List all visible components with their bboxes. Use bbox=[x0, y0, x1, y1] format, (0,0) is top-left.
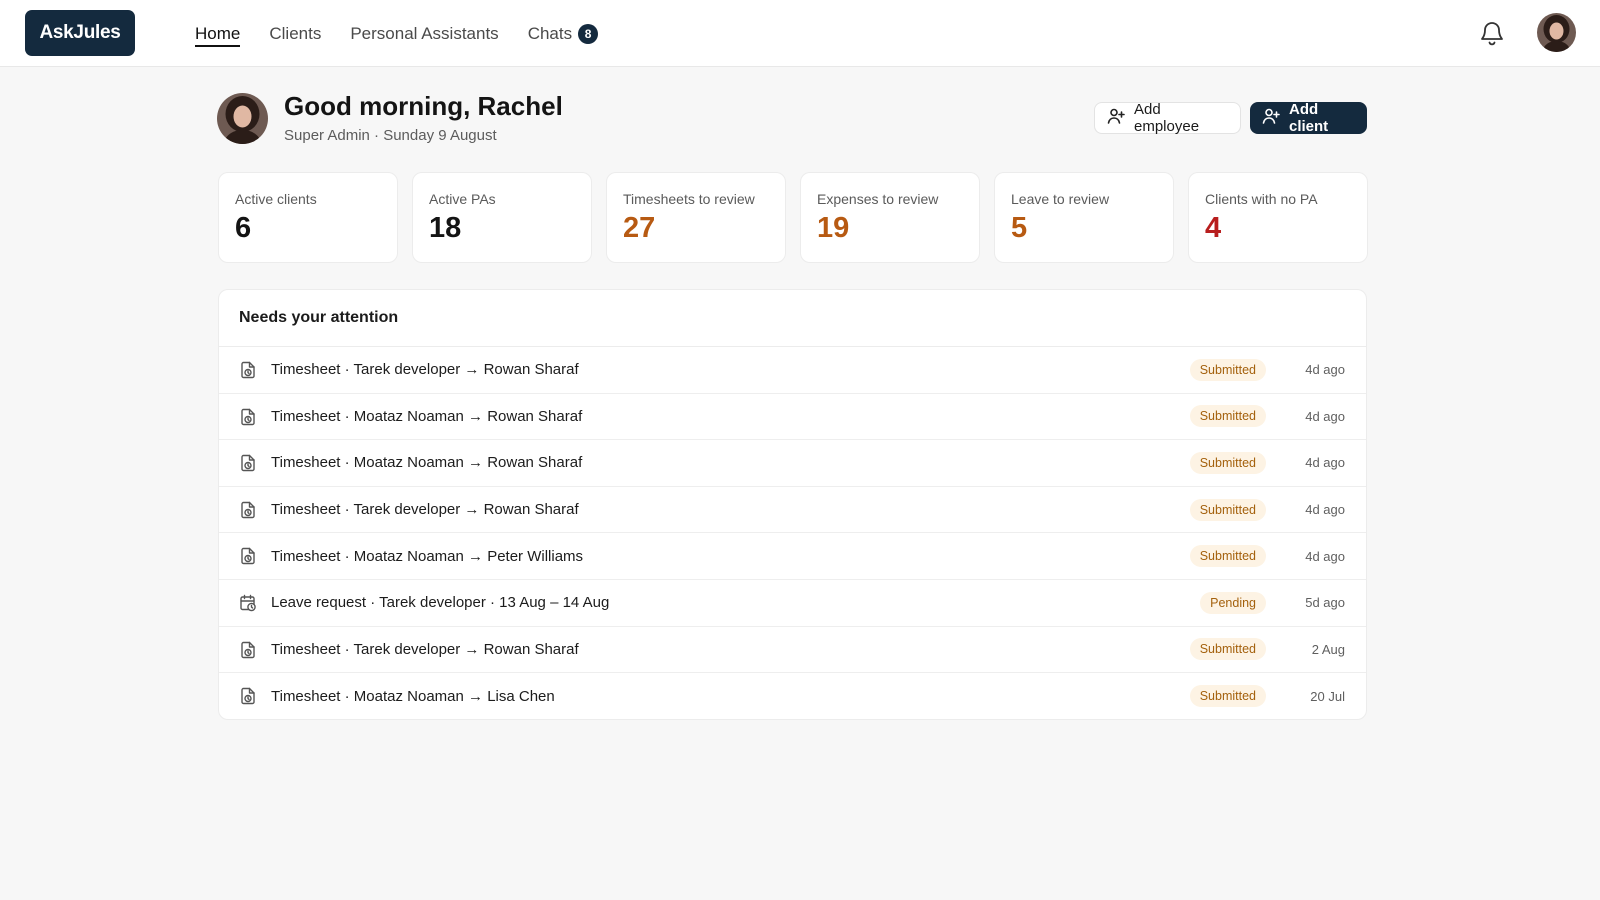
stat-value: 19 bbox=[817, 212, 850, 244]
row-timestamp: 4d ago bbox=[1305, 548, 1345, 564]
clock-document-icon bbox=[239, 687, 257, 705]
add-user-icon bbox=[1262, 107, 1280, 129]
user-avatar bbox=[217, 93, 268, 144]
row-timestamp: 4d ago bbox=[1305, 408, 1345, 424]
nav-item-personal-assistants[interactable]: Personal Assistants bbox=[350, 0, 498, 67]
status-badge: Pending bbox=[1200, 591, 1266, 614]
stat-label: Active clients bbox=[235, 191, 317, 207]
add-employee-label: Add employee bbox=[1134, 101, 1200, 135]
row-timestamp: 20 Jul bbox=[1310, 688, 1345, 704]
page-title: Good morning, Rachel bbox=[284, 91, 563, 121]
stat-value: 5 bbox=[1011, 212, 1028, 244]
askjules-logo[interactable]: AskJules bbox=[25, 10, 135, 56]
attention-row-text: Timesheet · Tarek developer → Rowan Shar… bbox=[271, 361, 579, 379]
avatar[interactable] bbox=[1537, 13, 1576, 52]
attention-row-text: Timesheet · Moataz Noaman → Rowan Sharaf bbox=[271, 454, 583, 472]
row-timestamp: 4d ago bbox=[1305, 362, 1345, 378]
bell-icon[interactable] bbox=[1479, 19, 1505, 47]
status-badge: Submitted bbox=[1189, 498, 1266, 521]
nav-item-label: Clients bbox=[269, 23, 322, 43]
nav-item-label: Chats bbox=[527, 23, 573, 43]
add-user-icon bbox=[1107, 107, 1125, 129]
attention-row[interactable]: Timesheet · Moataz Noaman → Rowan Sharaf… bbox=[219, 394, 1366, 441]
clock-document-icon bbox=[239, 361, 257, 379]
clock-document-icon bbox=[239, 547, 257, 565]
status-badge: Submitted bbox=[1189, 638, 1266, 661]
stat-card-leave-to-review[interactable]: Leave to review 5 bbox=[994, 172, 1174, 263]
top-navigation-bar: AskJules Home Clients Personal Assistant… bbox=[0, 0, 1600, 67]
chats-unread-badge: 8 bbox=[578, 23, 599, 44]
main-nav: Home Clients Personal Assistants Chats 8 bbox=[195, 0, 599, 67]
stat-label: Clients with no PA bbox=[1205, 191, 1318, 207]
stat-card-clients-with-no-pa[interactable]: Clients with no PA 4 bbox=[1188, 172, 1368, 263]
row-timestamp: 5d ago bbox=[1305, 595, 1345, 611]
attention-row[interactable]: Timesheet · Moataz Noaman → Rowan Sharaf… bbox=[219, 440, 1366, 487]
attention-row-text: Timesheet · Tarek developer → Rowan Shar… bbox=[271, 501, 579, 519]
attention-row[interactable]: Timesheet · Moataz Noaman → Peter Willia… bbox=[219, 533, 1366, 580]
calendar-clock-icon bbox=[239, 594, 257, 612]
row-timestamp: 2 Aug bbox=[1311, 641, 1345, 657]
status-badge: Submitted bbox=[1189, 685, 1266, 708]
add-client-button[interactable]: Add client bbox=[1250, 101, 1367, 135]
stat-label: Expenses to review bbox=[817, 191, 939, 207]
stat-label: Timesheets to review bbox=[623, 191, 755, 207]
stat-value: 4 bbox=[1205, 212, 1222, 244]
nav-item-clients[interactable]: Clients bbox=[269, 0, 321, 67]
clock-document-icon bbox=[239, 454, 257, 472]
attention-row-text: Timesheet · Tarek developer → Rowan Shar… bbox=[271, 640, 579, 658]
stat-value: 27 bbox=[623, 212, 656, 244]
stat-card-active-clients[interactable]: Active clients 6 bbox=[218, 172, 398, 263]
add-employee-button[interactable]: Add employee bbox=[1094, 101, 1241, 135]
page-subtitle: Super Admin · Sunday 9 August bbox=[284, 127, 497, 144]
stat-card-active-pas[interactable]: Active PAs 18 bbox=[412, 172, 592, 263]
status-badge: Submitted bbox=[1189, 545, 1266, 568]
attention-row-text: Timesheet · Moataz Noaman → Rowan Sharaf bbox=[271, 407, 583, 425]
add-client-label: Add client bbox=[1289, 101, 1329, 135]
attention-row[interactable]: Timesheet · Tarek developer → Rowan Shar… bbox=[219, 487, 1366, 534]
attention-row-text: Leave request · Tarek developer · 13 Aug… bbox=[271, 594, 610, 612]
attention-row-text: Timesheet · Moataz Noaman → Peter Willia… bbox=[271, 547, 584, 565]
attention-panel-title: Needs your attention bbox=[219, 290, 1366, 347]
nav-item-chats[interactable]: Chats 8 bbox=[527, 0, 599, 67]
stat-value: 18 bbox=[429, 212, 462, 244]
stat-card-expenses-to-review[interactable]: Expenses to review 19 bbox=[800, 172, 980, 263]
attention-row[interactable]: Timesheet · Tarek developer → Rowan Shar… bbox=[219, 347, 1366, 394]
attention-row[interactable]: Timesheet · Moataz Noaman → Lisa Chen Su… bbox=[219, 673, 1366, 719]
status-badge: Submitted bbox=[1189, 358, 1266, 381]
attention-row[interactable]: Timesheet · Tarek developer → Rowan Shar… bbox=[219, 627, 1366, 674]
stats-row: Active clients 6 Active PAs 18 Timesheet… bbox=[218, 172, 1368, 263]
stat-label: Leave to review bbox=[1011, 191, 1110, 207]
attention-row[interactable]: Leave request · Tarek developer · 13 Aug… bbox=[219, 580, 1366, 627]
attention-row-text: Timesheet · Moataz Noaman → Lisa Chen bbox=[271, 687, 555, 705]
nav-item-label: Personal Assistants bbox=[350, 23, 499, 43]
stat-card-timesheets-to-review[interactable]: Timesheets to review 27 bbox=[606, 172, 786, 263]
attention-panel: Needs your attention Timesheet · Tarek d… bbox=[218, 289, 1367, 720]
clock-document-icon bbox=[239, 501, 257, 519]
nav-item-home[interactable]: Home bbox=[195, 0, 241, 67]
row-timestamp: 4d ago bbox=[1305, 455, 1345, 471]
clock-document-icon bbox=[239, 641, 257, 659]
status-badge: Submitted bbox=[1189, 451, 1266, 474]
status-badge: Submitted bbox=[1189, 405, 1266, 428]
row-timestamp: 4d ago bbox=[1305, 502, 1345, 518]
clock-document-icon bbox=[239, 408, 257, 426]
nav-item-label: Home bbox=[195, 23, 241, 43]
stat-value: 6 bbox=[235, 212, 252, 244]
stat-label: Active PAs bbox=[429, 191, 496, 207]
